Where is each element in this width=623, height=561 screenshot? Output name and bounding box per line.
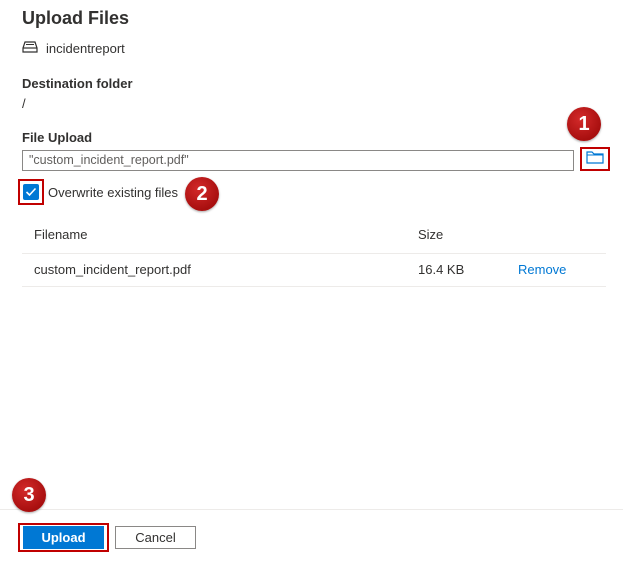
table-cell-size: 16.4 KB [418,262,465,277]
checkbox-box [23,184,39,200]
remove-file-link[interactable]: Remove [518,262,566,277]
footer-divider [0,509,623,510]
storage-icon [22,41,38,56]
column-header-size: Size [418,227,444,242]
table-row-divider [22,286,606,287]
panel-title: Upload Files [22,8,130,28]
upload-button-highlight: Upload [18,523,109,552]
file-upload-input[interactable]: "custom_incident_report.pdf" [22,150,574,171]
folder-icon [586,150,604,169]
file-upload-label: File Upload [22,130,93,145]
overwrite-checkbox[interactable] [18,179,44,205]
callout-badge-2: 2 [185,177,219,211]
table-cell-filename: custom_incident_report.pdf [34,262,191,277]
browse-files-button[interactable] [580,147,610,171]
destination-folder-label: Destination folder [22,76,133,91]
upload-button[interactable]: Upload [23,526,104,549]
callout-badge-1: 1 [567,107,601,141]
storage-account-name: incidentreport [46,41,125,56]
destination-folder-value: / [22,96,26,111]
storage-account: incidentreport [22,41,125,56]
table-header-divider [22,253,606,254]
callout-badge-3: 3 [12,478,46,512]
column-header-filename: Filename [34,227,88,242]
checkmark-icon [25,187,37,197]
overwrite-label[interactable]: Overwrite existing files [48,185,178,200]
cancel-button[interactable]: Cancel [115,526,196,549]
